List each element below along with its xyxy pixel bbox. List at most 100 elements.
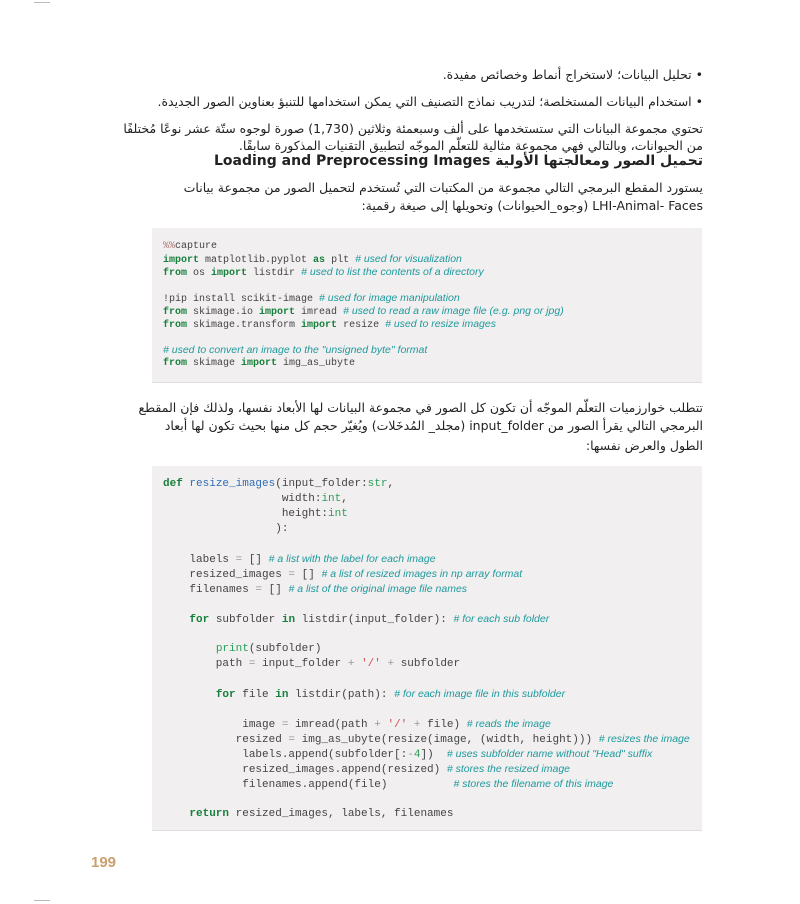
code-line: for file in listdir(path): # for each im… [163,687,702,702]
comment: # uses subfolder name without "Head" suf… [446,748,653,760]
code-line: width:int, [163,492,702,507]
keyword: from [163,358,188,369]
code-line: resized_images.append(resized) # stores … [163,762,702,777]
code-text: skimage [187,358,242,369]
code-text: height: [163,508,329,520]
code-block-resize-images: def resize_images(input_folder:str, widt… [152,466,702,831]
code-text: listdir(input_folder): [295,614,454,626]
comment: # used to convert an image to the "unsig… [163,344,428,356]
comment: # used for visualization [355,253,462,265]
keyword: import [211,268,248,279]
comment: # a list with the label for each image [268,553,436,565]
code-line: labels = [] # a list with the label for … [163,552,702,567]
code-line: print(subfolder) [163,642,702,657]
code-text: resized [163,734,289,746]
code-text: matplotlib.pyplot [199,255,314,266]
bullet-2: • استخدام البيانات المستخلصة؛ لتدريب نما… [157,94,703,109]
code-text: imread [295,307,344,318]
code-text: ]) [420,749,447,761]
code-block-imports: %%capture import matplotlib.pyplot as plt… [152,228,702,383]
keyword: in [281,614,296,626]
comment: # stores the filename of this image [453,778,614,790]
comment: # used for image manipulation [319,292,460,304]
loading-line-1: يستورد المقطع البرمجي التالي مجموعة من ا… [183,180,703,195]
code-line: resized = img_as_ubyte(resize(image, (wi… [163,732,702,747]
comment: # resizes the image [598,733,690,745]
code-line: resized_images = [] # a list of resized … [163,567,702,582]
code-text: (subfolder) [248,643,322,655]
bullet-1: • تحليل البيانات؛ لاستخراج أنماط وخصائص … [442,67,703,82]
code-text: capture [175,241,218,252]
code-text: file) [420,719,467,731]
code-line: path = input_folder + '/' + subfolder [163,657,702,672]
keyword: from [163,268,188,279]
builtin: print [215,643,249,655]
comment: # used to resize images [385,318,496,330]
builtin: int [321,493,342,505]
code-text: resize [337,320,386,331]
code-text: , [387,478,395,490]
keyword: for [215,689,236,701]
code-text: !pip install scikit-image [163,294,320,305]
code-text: subfolder [394,658,461,670]
code-text: [] [242,554,269,566]
keyword: for [189,614,210,626]
code-line: labels.append(subfolder[:-4]) # uses sub… [163,747,702,762]
comment: # stores the resized image [446,763,571,775]
code-line: from skimage.transform import resize # u… [163,318,702,331]
code-line: return resized_images, labels, filenames [163,807,702,822]
code-text: img_as_ubyte [277,358,356,369]
code-text: imread(path [288,719,375,731]
keyword: import [163,255,200,266]
code-line: filenames.append(file) # stores the file… [163,777,702,792]
function-name: resize_images [189,478,276,490]
section-heading: تحميل الصور ومعالجتها الأولية Loading an… [213,153,703,169]
comment: # for each sub folder [453,613,550,625]
code-text: plt [325,255,356,266]
keyword: import [241,358,278,369]
code-text: width: [163,493,322,505]
code-line: from os import listdir # used to list th… [163,266,702,279]
keyword: from [163,307,188,318]
keyword: in [275,689,289,701]
resize-line-1: تتطلب خوارزميات التعلّم الموجّه أن تكون … [138,400,703,415]
crop-mark-bottom [34,900,50,901]
code-line: image = imread(path + '/' + file) # read… [163,717,702,732]
code-line: ): [163,522,702,537]
code-text: (input_folder: [275,478,368,490]
magic: %% [163,241,176,252]
code-text: filenames [163,584,256,596]
string: '/' [361,658,381,670]
comment: # for each image file in this subfolder [394,688,566,700]
page-number: 199 [91,854,117,871]
code-text: os [187,268,212,279]
intro-line-1: تحتوي مجموعة البيانات التي ستستخدمها على… [123,121,703,136]
resize-line-3: الطول والعرض نفسها: [585,438,703,453]
code-line: def resize_images(input_folder:str, [163,477,702,492]
keyword: as [313,255,326,266]
code-text: listdir [247,268,302,279]
operator: - [407,749,414,761]
code-text: skimage.io [187,307,260,318]
code-text: input_folder [255,658,348,670]
code-text: filenames.append(file) [163,779,454,791]
code-line: for subfolder in listdir(input_folder): … [163,612,702,627]
code-text: , [341,493,348,505]
code-line: # used to convert an image to the "unsig… [163,344,702,357]
code-text: [] [262,584,289,596]
string: '/' [387,719,408,731]
code-text: image [163,719,282,731]
operator: + [413,719,421,731]
code-text: file [235,689,276,701]
